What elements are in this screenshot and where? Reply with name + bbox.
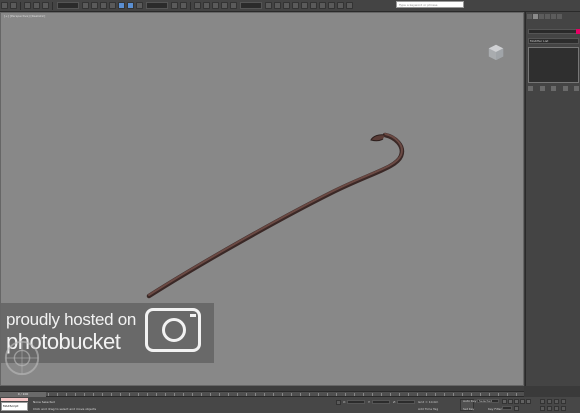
select-and-scale-icon[interactable] [136,2,143,9]
maxscript-listener[interactable]: MAXScript [1,402,28,411]
select-and-rotate-icon[interactable] [127,2,134,9]
x-coordinate-field[interactable] [347,400,365,404]
z-coordinate-field[interactable] [397,400,415,404]
next-frame-icon[interactable] [520,399,525,404]
configure-sets-icon[interactable] [574,86,579,91]
y-label: Y: [368,400,371,404]
current-frame-field[interactable] [502,406,512,410]
curve-editor-icon[interactable] [301,2,308,9]
tab-create[interactable] [527,14,532,19]
unlink-icon[interactable] [33,2,40,9]
add-time-tag[interactable]: Add Time Tag [418,407,438,411]
grid-size: Grid = 10.0m [418,400,439,404]
set-key-label[interactable]: Set Key [463,407,474,411]
main-toolbar: Type a keyword or phrase [0,0,580,12]
z-label: Z: [393,400,397,404]
selected-dropdown[interactable]: Selected [477,399,499,403]
tab-hierarchy[interactable] [539,14,544,19]
rectangular-selection-icon[interactable] [100,2,107,9]
redo-icon[interactable] [10,2,17,9]
tab-modify[interactable] [533,14,538,19]
layer-manager-icon[interactable] [283,2,290,9]
select-by-name-icon[interactable] [91,2,98,9]
reference-coordinate-dropdown[interactable] [146,2,168,9]
object-name-field[interactable] [528,29,577,34]
pin-stack-icon[interactable] [528,86,533,91]
undo-icon[interactable] [1,2,8,9]
timeline-ticks [48,393,518,396]
camera-icon [145,308,201,352]
named-selection-dropdown[interactable] [240,2,262,9]
prev-frame-icon[interactable] [508,399,513,404]
time-config-icon[interactable] [514,406,519,411]
window-crossing-icon[interactable] [109,2,116,9]
bind-space-warp-icon[interactable] [42,2,49,9]
toolbar-separator [190,1,191,10]
orbit-icon[interactable] [554,406,559,411]
steering-wheel-icon[interactable] [3,339,41,377]
show-end-result-icon[interactable] [539,86,545,91]
mirror-icon[interactable] [265,2,272,9]
camera-flash [190,314,196,317]
selection-status: None Selected [33,400,55,404]
search-input[interactable]: Type a keyword or phrase [396,1,464,8]
perspective-viewport[interactable]: [+] [Perspective] [Realistic] proudly ho… [0,12,524,386]
field-of-view-icon[interactable] [540,406,545,411]
make-unique-icon[interactable] [551,86,556,91]
selection-filter-dropdown[interactable] [57,2,79,9]
command-panel: Modifier List [525,12,580,386]
watermark-line1: proudly hosted on [6,310,137,329]
graphite-ribbon-icon[interactable] [292,2,299,9]
tab-display[interactable] [551,14,556,19]
pivot-center-icon[interactable] [171,2,178,9]
play-icon[interactable] [514,399,519,404]
render-setup-icon[interactable] [328,2,335,9]
command-panel-tabs [527,13,580,20]
toolbar-separator [20,1,21,10]
goto-start-icon[interactable] [502,399,507,404]
zoom-extents-icon[interactable] [554,399,559,404]
maximize-viewport-icon[interactable] [561,406,566,411]
zoom-all-icon[interactable] [547,399,552,404]
link-icon[interactable] [24,2,31,9]
remove-modifier-icon[interactable] [562,86,568,91]
status-bar: MAXScript None Selected Click and drag t… [0,397,580,413]
align-icon[interactable] [274,2,281,9]
manipulate-icon[interactable] [180,2,187,9]
named-selection-icon[interactable] [230,2,237,9]
zoom-extents-all-icon[interactable] [561,399,566,404]
snaps-toggle-icon[interactable] [194,2,201,9]
prompt-line: Click and drag to select and move object… [33,407,97,411]
zoom-icon[interactable] [540,399,545,404]
maxscript-listener-top[interactable] [1,398,28,401]
camera-lens [162,318,186,342]
rendered-frame-icon[interactable] [337,2,344,9]
modifier-stack[interactable] [528,47,579,83]
y-coordinate-field[interactable] [372,400,390,404]
goto-end-icon[interactable] [526,399,531,404]
percent-snap-icon[interactable] [212,2,219,9]
x-label: X: [343,400,347,404]
angle-snap-icon[interactable] [203,2,210,9]
schematic-view-icon[interactable] [310,2,317,9]
render-icon[interactable] [346,2,353,9]
spinner-snap-icon[interactable] [221,2,228,9]
tab-motion[interactable] [545,14,550,19]
auto-key-button[interactable]: Auto Key [463,399,476,403]
toolbar-separator [52,1,53,10]
modifier-list-dropdown[interactable]: Modifier List [528,38,579,44]
object-color-swatch[interactable] [576,29,580,34]
modifier-stack-buttons [528,86,579,91]
select-and-move-icon[interactable] [118,2,125,9]
lock-selection-icon[interactable] [336,400,341,405]
select-object-icon[interactable] [82,2,89,9]
tab-utilities[interactable] [557,14,562,19]
material-editor-icon[interactable] [319,2,326,9]
pan-view-icon[interactable] [547,406,552,411]
